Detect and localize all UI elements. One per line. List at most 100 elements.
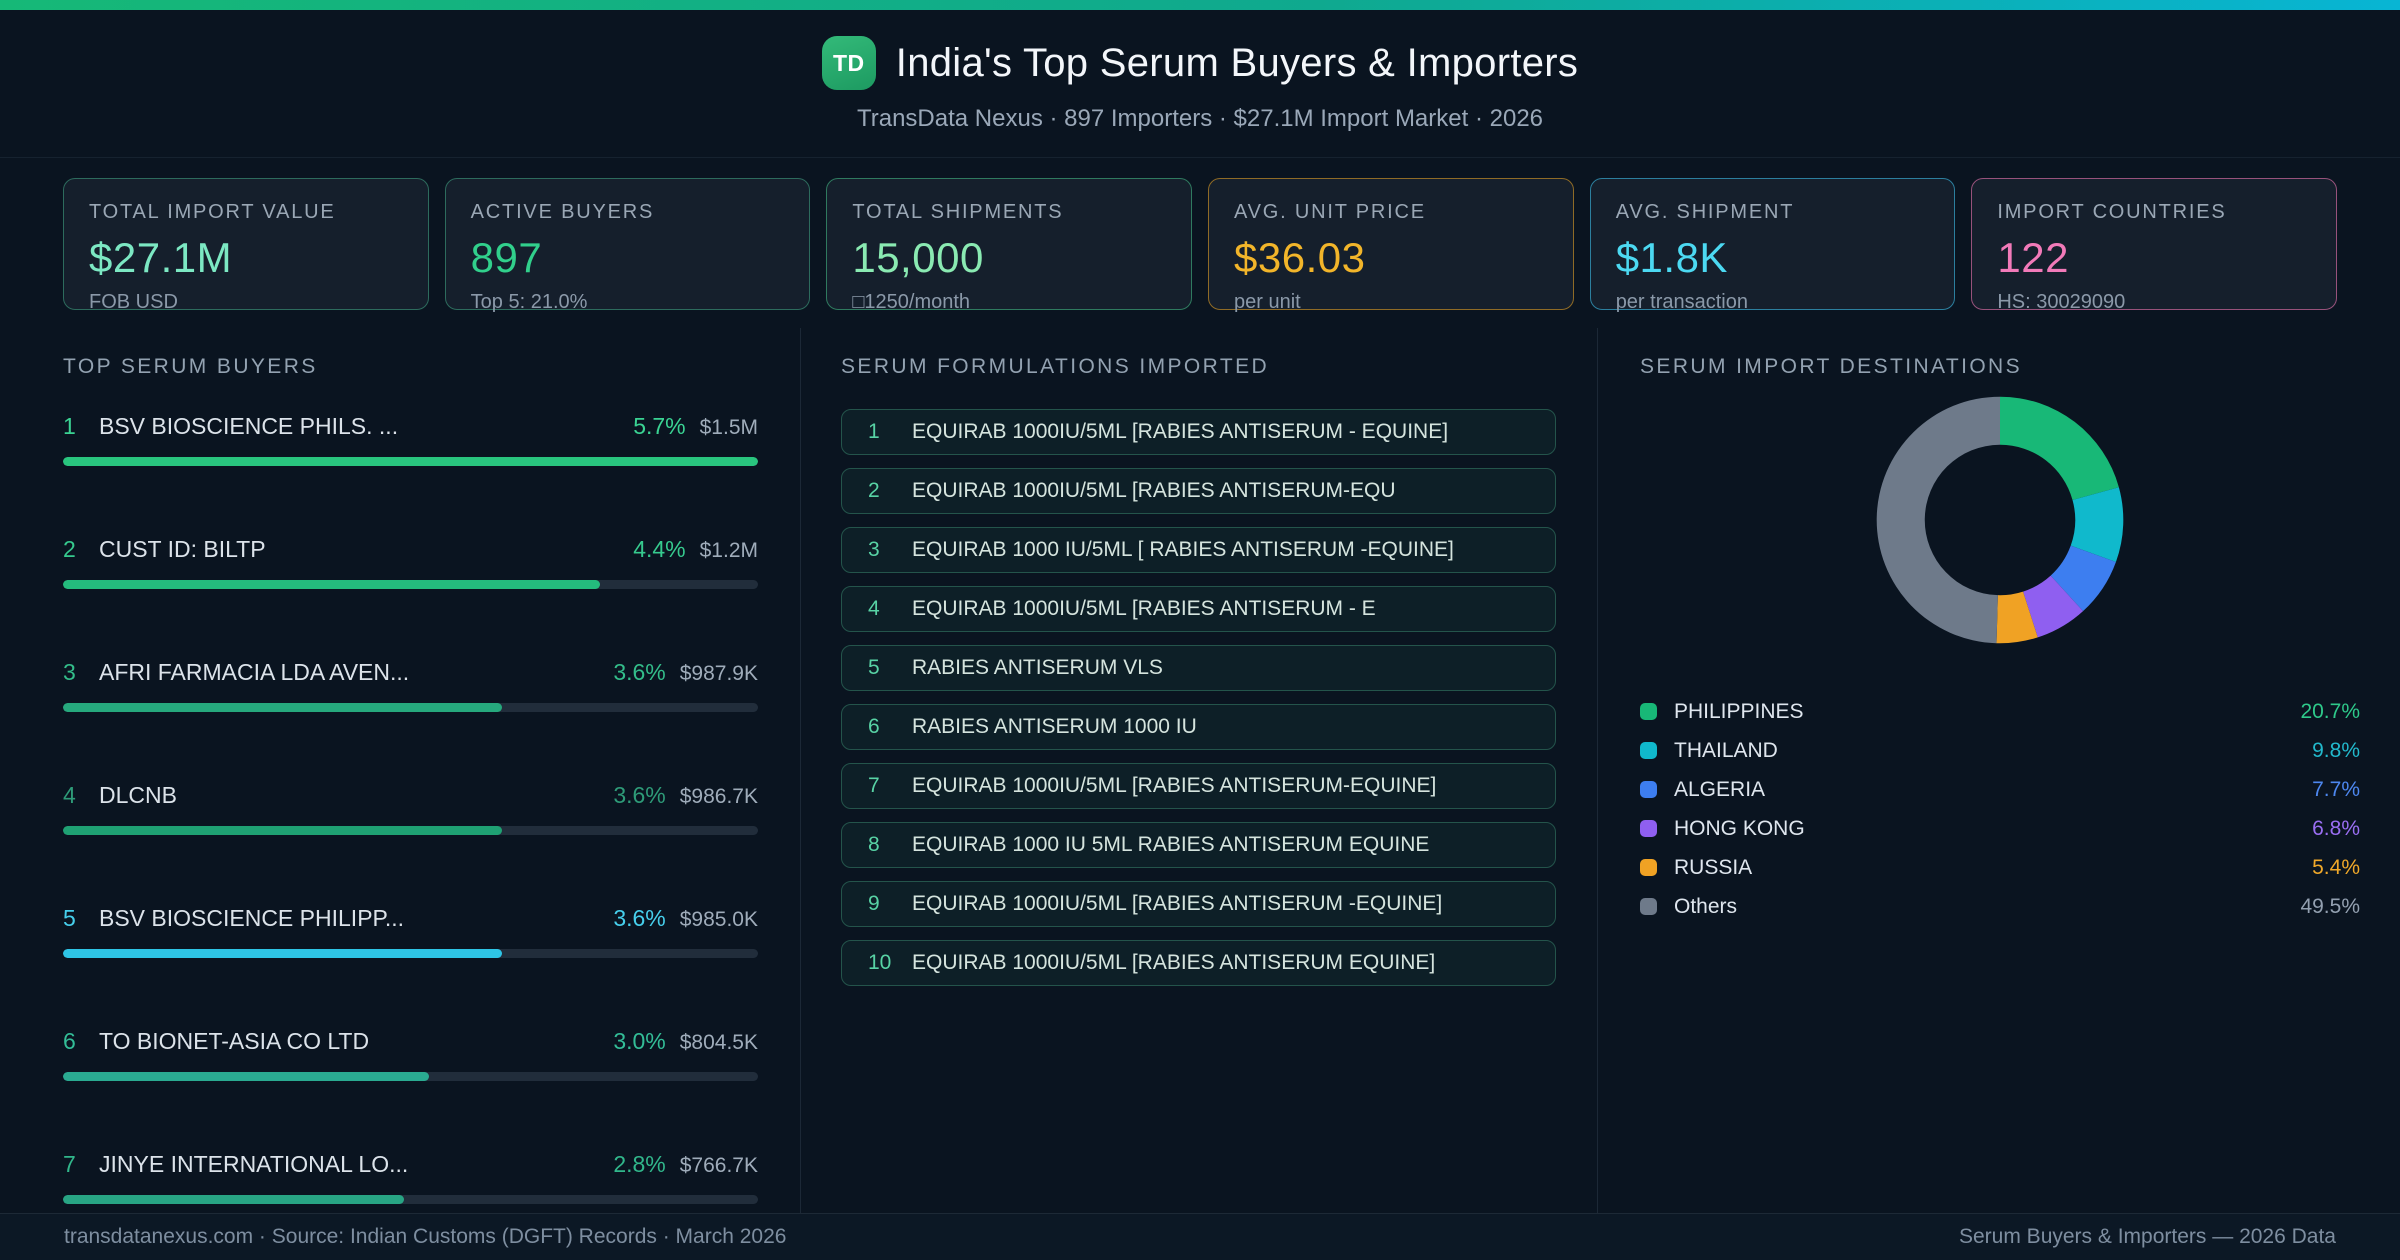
buyer-bar-fill (63, 826, 502, 835)
stat-subtext: per transaction (1615, 291, 1748, 313)
legend-pct: 5.4% (2312, 855, 2360, 879)
page-subtitle: TransData Nexus · 897 Importers · $27.1M… (856, 105, 1544, 132)
legend-swatch (1640, 898, 1657, 915)
formulation-rank: 5 (868, 656, 880, 679)
buyer-share-pct: 2.8% (613, 1151, 666, 1177)
stat-value: 122 (1997, 234, 2069, 281)
buyer-share-pct: 3.0% (613, 1028, 666, 1054)
formulation-name: RABIES ANTISERUM 1000 IU (912, 715, 1197, 738)
formulation-item: 1 EQUIRAB 1000IU/5ML [RABIES ANTISERUM -… (841, 409, 1556, 455)
formulation-item: 2 EQUIRAB 1000IU/5ML [RABIES ANTISERUM-E… (841, 468, 1556, 514)
buyer-name: AFRI FARMACIA LDA AVEN... (99, 659, 410, 685)
formulation-name: EQUIRAB 1000 IU 5ML RABIES ANTISERUM EQU… (912, 833, 1430, 856)
buyer-rank: 1 (63, 413, 76, 439)
header: TD India's Top Serum Buyers & Importers … (0, 10, 2400, 158)
formulation-rank: 4 (868, 597, 880, 620)
buyer-bar-fill (63, 580, 600, 589)
buyer-rank: 3 (63, 659, 76, 685)
buyer-value: $986.7K (679, 785, 758, 808)
stat-card: TOTAL SHIPMENTS 15,000 □1250/month (826, 178, 1193, 313)
buyer-row: 4 DLCNB 3.6% $986.7K (63, 782, 758, 835)
buyer-name: CUST ID: BILTP (99, 536, 266, 562)
legend-pct: 7.7% (2312, 777, 2360, 801)
formulation-name: EQUIRAB 1000IU/5ML [RABIES ANTISERUM-EQU (912, 479, 1396, 502)
stat-label: ACTIVE BUYERS (470, 201, 655, 223)
buyer-bar-track (63, 457, 758, 466)
stat-card: AVG. UNIT PRICE $36.03 per unit (1208, 178, 1574, 313)
legend-pct: 9.8% (2312, 738, 2360, 762)
formulation-rank: 3 (868, 538, 880, 561)
formulation-rank: 8 (868, 833, 880, 856)
legend-swatch (1640, 781, 1657, 798)
buyers-heading: TOP SERUM BUYERS (63, 355, 318, 378)
stat-subtext: □1250/month (852, 291, 971, 313)
formulation-name: EQUIRAB 1000IU/5ML [RABIES ANTISERUM EQU… (912, 951, 1436, 974)
buyer-rank: 7 (63, 1151, 76, 1177)
buyer-name: BSV BIOSCIENCE PHILIPP... (99, 905, 405, 931)
legend-swatch (1640, 820, 1657, 837)
buyer-bar-track (63, 949, 758, 958)
stat-subtext: FOB USD (89, 291, 178, 313)
formulation-rank: 9 (868, 892, 880, 915)
legend-pct: 6.8% (2312, 816, 2360, 840)
donut-slice-others (1876, 396, 2000, 644)
legend-row: THAILAND 9.8% (1640, 731, 2360, 770)
formulation-name: EQUIRAB 1000IU/5ML [RABIES ANTISERUM - E (912, 597, 1376, 620)
destinations-legend: PHILIPPINES 20.7% THAILAND 9.8% ALGERIA … (1640, 692, 2360, 926)
formulation-name: EQUIRAB 1000 IU/5ML [ RABIES ANTISERUM -… (912, 538, 1454, 561)
formulation-item: 6 RABIES ANTISERUM 1000 IU (841, 704, 1556, 750)
legend-row: HONG KONG 6.8% (1640, 809, 2360, 848)
buyer-row: 5 BSV BIOSCIENCE PHILIPP... 3.6% $985.0K (63, 905, 758, 958)
footer: transdatanexus.com · Source: Indian Cust… (0, 1213, 2400, 1260)
buyer-rank: 6 (63, 1028, 76, 1054)
formulation-rank: 1 (868, 420, 880, 443)
legend-label: PHILIPPINES (1674, 699, 1804, 723)
stat-value: 897 (470, 234, 543, 281)
stat-value: $36.03 (1234, 234, 1366, 281)
buyer-share-pct: 3.6% (613, 659, 666, 685)
formulation-item: 10 EQUIRAB 1000IU/5ML [RABIES ANTISERUM … (841, 940, 1556, 986)
buyer-rank: 2 (63, 536, 76, 562)
footer-report-text: Serum Buyers & Importers — 2026 Data (1959, 1225, 2336, 1248)
formulation-name: EQUIRAB 1000IU/5ML [RABIES ANTISERUM-EQU… (912, 774, 1437, 797)
buyers-list: 1 BSV BIOSCIENCE PHILS. ... 5.7% $1.5M 2… (63, 413, 758, 1204)
stat-card: IMPORT COUNTRIES 122 HS: 30029090 (1971, 178, 2338, 313)
stat-card: AVG. SHIPMENT $1.8K per transaction (1589, 178, 1956, 313)
legend-label: THAILAND (1674, 738, 1778, 762)
formulation-rank: 2 (868, 479, 880, 502)
buyer-share-pct: 3.6% (613, 905, 666, 931)
buyer-row: 7 JINYE INTERNATIONAL LO... 2.8% $766.7K (63, 1151, 758, 1204)
main-content: TOP SERUM BUYERS 1 BSV BIOSCIENCE PHILS.… (0, 328, 2400, 1260)
legend-row: Others 49.5% (1640, 887, 2360, 926)
legend-label: HONG KONG (1674, 816, 1805, 840)
stat-value: 15,000 (852, 234, 984, 281)
page-title: India's Top Serum Buyers & Importers (895, 40, 1579, 85)
formulations-heading: SERUM FORMULATIONS IMPORTED (841, 355, 1270, 378)
footer-source-text: transdatanexus.com · Source: Indian Cust… (64, 1225, 787, 1248)
formulation-item: 5 RABIES ANTISERUM VLS (841, 645, 1556, 691)
stat-label: AVG. UNIT PRICE (1234, 201, 1426, 223)
top-buyers-panel: TOP SERUM BUYERS 1 BSV BIOSCIENCE PHILS.… (0, 328, 800, 1260)
stat-subtext: HS: 30029090 (1997, 291, 2126, 313)
buyer-bar-track (63, 826, 758, 835)
buyer-value: $1.2M (699, 539, 758, 562)
buyer-bar-track (63, 1072, 758, 1081)
stat-subtext: Top 5: 21.0% (470, 291, 588, 313)
destinations-donut-chart (1873, 393, 2127, 647)
formulation-item: 4 EQUIRAB 1000IU/5ML [RABIES ANTISERUM -… (841, 586, 1556, 632)
brand-logo-badge: TD (821, 36, 876, 90)
legend-row: PHILIPPINES 20.7% (1640, 692, 2360, 731)
formulation-rank: 7 (868, 774, 880, 797)
formulations-list: 1 EQUIRAB 1000IU/5ML [RABIES ANTISERUM -… (841, 409, 1556, 986)
donut-slice-philippines (2000, 396, 2119, 501)
buyer-bar-fill (63, 457, 758, 466)
buyer-bar-fill (63, 1195, 405, 1204)
stat-label: TOTAL IMPORT VALUE (89, 201, 336, 223)
stats-row: TOTAL IMPORT VALUE $27.1M FOB USD ACTIVE… (63, 178, 2338, 313)
stat-label: TOTAL SHIPMENTS (852, 201, 1064, 223)
buyer-bar-fill (63, 703, 503, 712)
buyer-row: 6 TO BIONET-ASIA CO LTD 3.0% $804.5K (63, 1028, 758, 1081)
legend-swatch (1640, 859, 1657, 876)
formulation-rank: 6 (868, 715, 880, 738)
stat-value: $1.8K (1615, 234, 1728, 281)
